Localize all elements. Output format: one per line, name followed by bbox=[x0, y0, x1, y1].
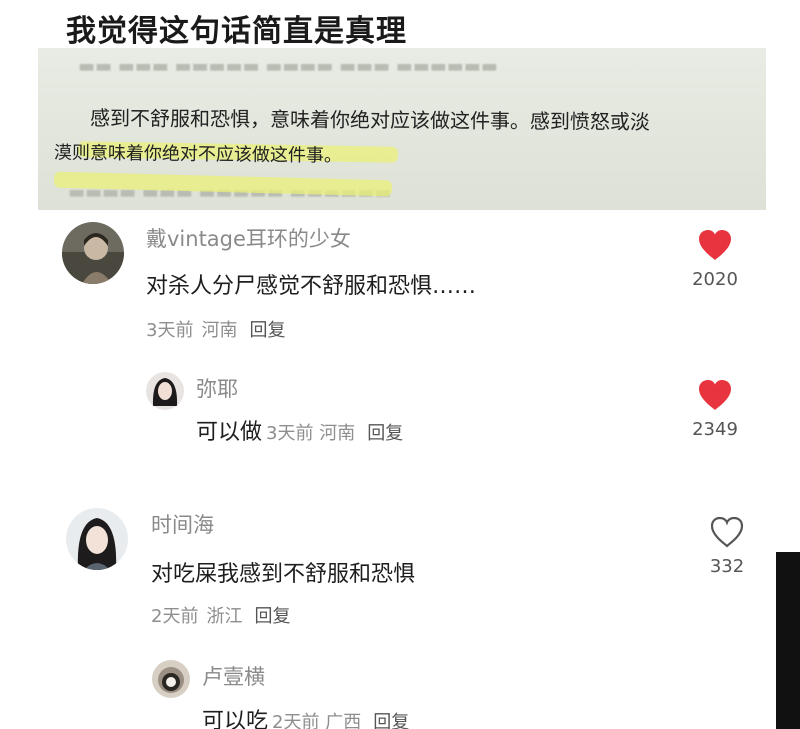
avatar[interactable] bbox=[146, 372, 184, 410]
heart-filled-icon bbox=[699, 380, 731, 410]
avatar[interactable] bbox=[62, 222, 124, 284]
heart-outline-icon bbox=[710, 516, 744, 548]
book-page-photo: ▬▬ ▬▬▬ ▬▬▬▬▬ ▬▬▬▬ ▬▬▬ ▬▬▬▬▬▬ ▬▬▬▬ ▬▬▬ ▬▬… bbox=[38, 48, 766, 210]
comment-content: 对杀人分尸感觉不舒服和恐惧…… bbox=[146, 274, 477, 299]
reply-content: 可以做 bbox=[196, 420, 263, 445]
comment-location: 浙江 bbox=[206, 606, 243, 627]
heart-filled-icon bbox=[699, 230, 731, 260]
reply-content-row: 可以做 3天前 河南 回复 bbox=[196, 414, 403, 446]
reply-content-row: 可以吃 2天前 广西 回复 bbox=[202, 703, 409, 729]
reply-location: 广西 bbox=[325, 712, 362, 729]
reply-content: 可以吃 bbox=[202, 709, 269, 729]
like-count: 332 bbox=[709, 556, 745, 577]
reply-time: 3天前 bbox=[266, 423, 314, 444]
comment-username[interactable]: 戴vintage耳环的少女 bbox=[146, 223, 351, 253]
quote-line-2: 漠则意味着你绝对不应该做这件事。 bbox=[53, 142, 343, 167]
page-title: 我觉得这句话简直是真理 bbox=[66, 14, 407, 49]
reply-button[interactable]: 回复 bbox=[373, 712, 409, 729]
comment-content: 对吃屎我感到不舒服和恐惧 bbox=[151, 562, 416, 587]
reply-button[interactable]: 回复 bbox=[254, 606, 290, 627]
reply-location: 河南 bbox=[319, 423, 356, 444]
reply-username[interactable]: 卢壹横 bbox=[202, 661, 265, 691]
like-count: 2349 bbox=[692, 419, 738, 440]
quote-line-1: 感到不舒服和恐惧，意味着你绝对应该做这件事。感到愤怒或淡 bbox=[89, 106, 651, 134]
reply-username[interactable]: 弥耶 bbox=[196, 373, 238, 403]
screen-edge bbox=[776, 552, 800, 729]
like-button[interactable]: 332 bbox=[697, 516, 757, 577]
comment-meta: 3天前 河南 回复 bbox=[146, 316, 285, 342]
reply-meta: 2天前 广西 回复 bbox=[272, 712, 409, 729]
reply-meta: 3天前 河南 回复 bbox=[266, 423, 403, 444]
comment-username[interactable]: 时间海 bbox=[151, 509, 214, 539]
like-count: 2020 bbox=[692, 269, 738, 290]
like-button[interactable]: 2349 bbox=[685, 379, 745, 440]
avatar[interactable] bbox=[152, 660, 190, 698]
reply-button[interactable]: 回复 bbox=[249, 320, 285, 341]
reply-button[interactable]: 回复 bbox=[367, 423, 403, 444]
comment-meta: 2天前 浙江 回复 bbox=[151, 602, 290, 628]
comment-time: 3天前 bbox=[146, 320, 194, 341]
comment-time: 2天前 bbox=[151, 606, 199, 627]
like-button[interactable]: 2020 bbox=[685, 229, 745, 290]
reply-time: 2天前 bbox=[272, 712, 320, 729]
comment-location: 河南 bbox=[201, 320, 238, 341]
avatar[interactable] bbox=[66, 508, 128, 570]
